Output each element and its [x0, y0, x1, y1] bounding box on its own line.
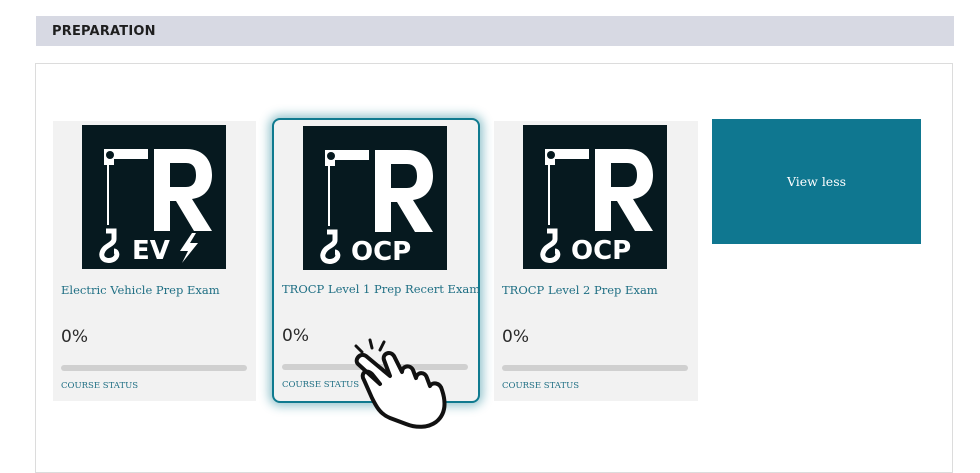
logo-badge-text: OCP [571, 236, 631, 266]
course-card-trocp-level-2[interactable]: OCP TROCP Level 2 Prep Exam 0% COURSE ST… [494, 121, 698, 401]
course-title[interactable]: TROCP Level 2 Prep Exam [502, 283, 694, 297]
course-status-label: COURSE STATUS [502, 381, 580, 391]
logo-badge-text: EV [132, 236, 170, 266]
trocp-logo-image: OCP [320, 150, 433, 267]
course-title[interactable]: Electric Vehicle Prep Exam [61, 283, 252, 297]
course-logo: OCP [523, 125, 667, 269]
section-header: PREPARATION [36, 16, 954, 46]
view-less-button[interactable]: View less [712, 119, 921, 244]
course-logo: OCP [303, 126, 447, 270]
course-status-label: COURSE STATUS [282, 380, 360, 390]
course-logo: EV [82, 125, 226, 269]
trocp-logo-image: EV [99, 149, 212, 266]
course-progress-percent: 0% [61, 327, 88, 347]
course-progress-bar [502, 365, 688, 371]
course-progress-percent: 0% [282, 326, 309, 346]
course-title[interactable]: TROCP Level 1 Prep Recert Exam [282, 282, 480, 296]
crane-hook-icon [540, 228, 561, 263]
crane-hook-icon [99, 228, 120, 263]
hand-pointer-icon [354, 338, 447, 429]
course-status-label: COURSE STATUS [61, 381, 139, 391]
course-card-ev[interactable]: EV Electric Vehicle Prep Exam 0% COURSE … [53, 121, 256, 401]
lightning-bolt-icon [180, 233, 198, 263]
crane-hook-icon [320, 229, 341, 264]
trocp-logo-image: OCP [540, 149, 653, 266]
course-progress-bar [61, 365, 247, 371]
logo-badge-text: OCP [351, 237, 411, 267]
section-title: PREPARATION [52, 23, 156, 39]
course-progress-percent: 0% [502, 327, 529, 347]
